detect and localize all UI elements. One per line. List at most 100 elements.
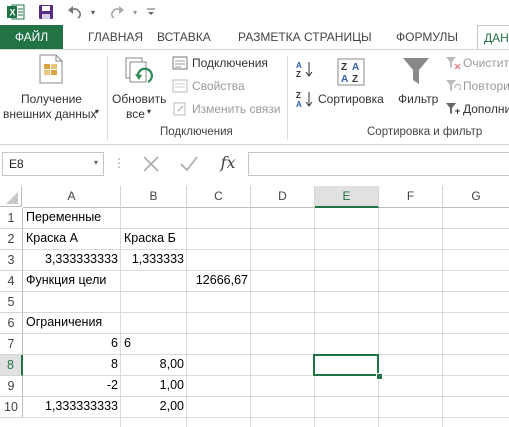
- row-header[interactable]: 4: [0, 271, 23, 292]
- cell-a2[interactable]: Краска А: [23, 229, 121, 249]
- column-header-d[interactable]: D: [251, 186, 315, 208]
- row-header[interactable]: 7: [0, 334, 23, 355]
- cancel-icon[interactable]: [140, 154, 162, 174]
- tab-file[interactable]: ФАЙЛ: [0, 25, 63, 49]
- svg-text:Z: Z: [296, 91, 301, 100]
- cell-b8[interactable]: 8,00: [121, 355, 187, 375]
- column-header-e[interactable]: E: [315, 186, 379, 208]
- redo-icon[interactable]: [106, 2, 128, 22]
- name-box-value: E8: [9, 157, 24, 171]
- sort-button[interactable]: ZAAZ Сортировка: [318, 50, 386, 124]
- cell-c4[interactable]: 12666,67: [187, 271, 251, 291]
- reapply-button[interactable]: Повтори: [445, 78, 509, 96]
- connections-label: Подключения: [192, 56, 268, 70]
- cell-a1[interactable]: Переменные: [23, 208, 121, 228]
- insert-function-icon[interactable]: fx: [214, 152, 242, 174]
- save-icon[interactable]: [36, 2, 56, 22]
- cell-value: 6: [111, 336, 118, 350]
- customize-icon[interactable]: [144, 2, 158, 22]
- clear-button[interactable]: Очистит: [445, 55, 509, 73]
- cell-b10[interactable]: 2,00: [121, 397, 187, 417]
- refresh-all-button[interactable]: Обновить все ▾: [110, 50, 168, 124]
- svg-text:Z: Z: [352, 74, 358, 85]
- refresh-all-label-2: все: [126, 107, 145, 121]
- row-header[interactable]: 6: [0, 313, 23, 334]
- reapply-filter-icon: [445, 79, 462, 96]
- connections-button[interactable]: Подключения: [172, 55, 282, 73]
- column-header-f[interactable]: F: [379, 186, 443, 208]
- tab-insert[interactable]: ВСТАВКА: [157, 25, 211, 49]
- properties-label: Свойства: [192, 79, 245, 93]
- select-all-corner[interactable]: [0, 186, 22, 207]
- sort-az-icon: AZ: [296, 61, 313, 79]
- row-header[interactable]: 2: [0, 229, 23, 250]
- fill-handle[interactable]: [376, 373, 383, 380]
- filter-button[interactable]: Фильтр: [394, 50, 444, 124]
- group-separator: [107, 56, 108, 140]
- column-header-b[interactable]: B: [121, 186, 187, 208]
- sort-ascending-button[interactable]: AZ: [296, 60, 316, 80]
- redo-dropdown-icon[interactable]: ▾: [130, 2, 140, 22]
- row-header[interactable]: 1: [0, 208, 23, 229]
- svg-text:A: A: [352, 62, 359, 73]
- clear-filter-icon: [445, 56, 461, 73]
- chevron-down-icon[interactable]: ▾: [94, 158, 98, 167]
- advanced-filter-icon: [445, 102, 461, 119]
- edit-links-button[interactable]: Изменить связи: [172, 101, 284, 119]
- cell-value: 2,00: [159, 399, 184, 413]
- svg-text:A: A: [296, 100, 302, 108]
- cell-value: 1,00: [159, 378, 184, 392]
- refresh-icon: [124, 55, 154, 90]
- cell-value: 6: [124, 336, 131, 350]
- name-box[interactable]: E8 ▾: [2, 152, 104, 176]
- cell-value: 8: [111, 357, 118, 371]
- cell-a9[interactable]: -2: [23, 376, 121, 396]
- cell-a10[interactable]: 1,333333333: [23, 397, 121, 417]
- active-cell-e8[interactable]: [313, 354, 379, 376]
- row-header[interactable]: 10: [0, 397, 23, 418]
- cell-a3[interactable]: 3,333333333: [23, 250, 121, 270]
- cell-a8[interactable]: 8: [23, 355, 121, 375]
- tab-formulas[interactable]: ФОРМУЛЫ: [396, 25, 458, 49]
- tab-home[interactable]: ГЛАВНАЯ: [88, 25, 143, 49]
- column-header-c[interactable]: C: [187, 186, 251, 208]
- undo-dropdown-icon[interactable]: ▾: [88, 2, 98, 22]
- cell-value: 8,00: [159, 357, 184, 371]
- resize-dots-icon: ⋮: [113, 156, 125, 170]
- cell-a6[interactable]: Ограничения: [23, 313, 121, 333]
- chevron-down-icon: ▾: [95, 107, 100, 116]
- cell-b2[interactable]: Краска Б: [121, 229, 187, 249]
- cell-a4[interactable]: Функция цели: [23, 271, 121, 291]
- external-data-icon: [38, 54, 64, 87]
- cell-b3[interactable]: 1,333333: [121, 250, 187, 270]
- edit-links-label: Изменить связи: [192, 102, 281, 116]
- undo-icon[interactable]: [64, 2, 86, 22]
- get-external-data-button[interactable]: Получение внешних данных ▾: [0, 50, 106, 124]
- cell-value: 1,333333: [131, 252, 184, 266]
- svg-text:Z: Z: [296, 70, 301, 78]
- enter-icon[interactable]: [178, 154, 200, 174]
- cell-value: Функция цели: [26, 273, 107, 287]
- cell-b7[interactable]: 6: [121, 334, 187, 354]
- row-header[interactable]: 3: [0, 250, 23, 271]
- advanced-button[interactable]: Дополни: [445, 101, 509, 119]
- excel-app-icon[interactable]: X: [6, 2, 26, 22]
- sort-label: Сортировка: [318, 92, 384, 106]
- filter-label: Фильтр: [398, 92, 439, 106]
- tab-data[interactable]: ДАН: [477, 25, 509, 50]
- cell-value: Переменные: [26, 210, 102, 224]
- cell-b9[interactable]: 1,00: [121, 376, 187, 396]
- formula-input[interactable]: [248, 152, 509, 176]
- sort-descending-button[interactable]: ZA: [296, 90, 316, 110]
- tab-page-layout[interactable]: РАЗМЕТКА СТРАНИЦЫ: [238, 25, 372, 49]
- row-header[interactable]: 9: [0, 376, 23, 397]
- properties-button[interactable]: Свойства: [172, 78, 282, 96]
- row-header[interactable]: 5: [0, 292, 23, 313]
- column-header-a[interactable]: A: [23, 186, 121, 208]
- cell-value: -2: [106, 378, 118, 392]
- spreadsheet-grid[interactable]: A B C D E F G 1 2 3 4 5 6 7 8 9 10 Перем…: [0, 186, 509, 427]
- column-header-g[interactable]: G: [443, 186, 509, 208]
- cell-a7[interactable]: 6: [23, 334, 121, 354]
- row-header-selected[interactable]: 8: [0, 355, 23, 376]
- svg-text:Z: Z: [341, 62, 347, 73]
